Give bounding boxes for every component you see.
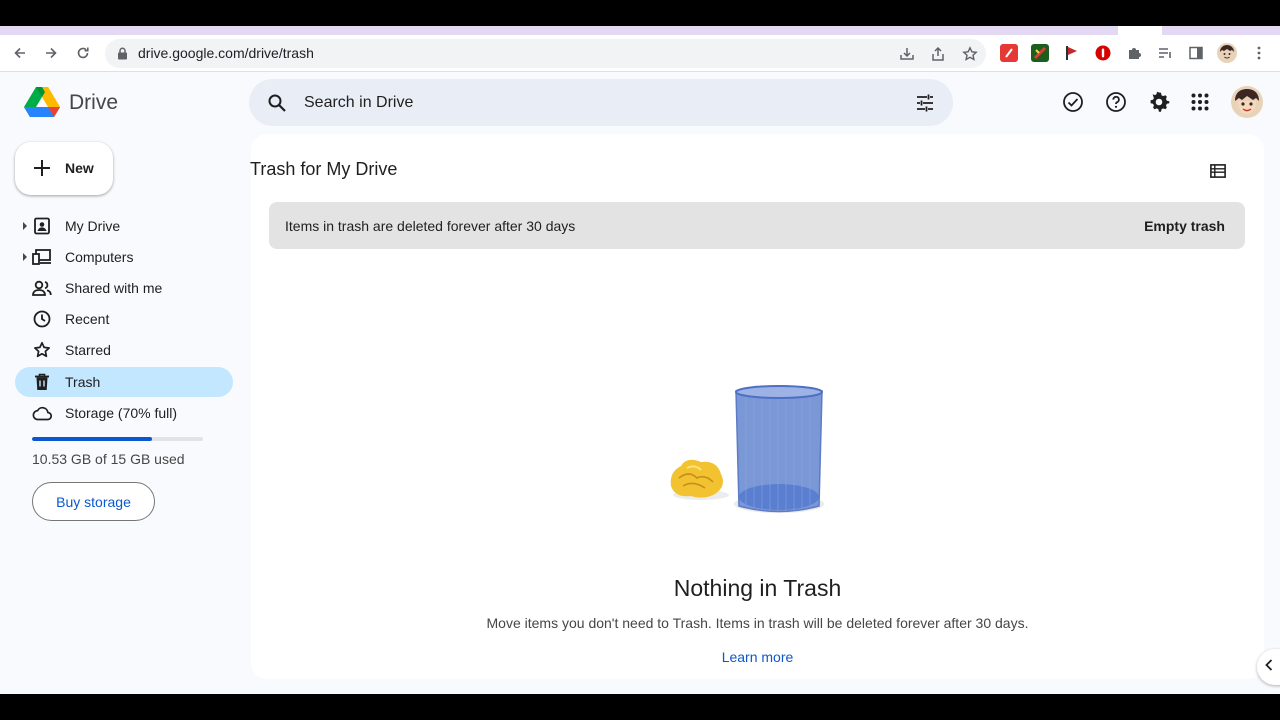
download-icon[interactable] xyxy=(898,45,916,63)
extension-flag-icon[interactable] xyxy=(1063,44,1081,62)
share-icon[interactable] xyxy=(929,45,947,63)
back-arrow-icon[interactable] xyxy=(8,41,32,65)
extension-stop-icon[interactable] xyxy=(1094,44,1112,62)
cloud-icon xyxy=(32,403,52,423)
search-options-icon[interactable] xyxy=(915,93,935,118)
trash-info-banner: Items in trash are deleted forever after… xyxy=(269,202,1245,249)
storage-used-text: 10.53 GB of 15 GB used xyxy=(32,451,185,467)
expand-caret-icon[interactable] xyxy=(23,253,27,261)
new-button[interactable]: New xyxy=(15,142,113,195)
app-name[interactable]: Drive xyxy=(69,91,118,115)
buy-storage-button[interactable]: Buy storage xyxy=(32,482,155,521)
sidebar-item-storage[interactable]: Storage (70% full) xyxy=(15,398,233,428)
screen: drive.google.com/drive/trash Drive Searc… xyxy=(0,0,1280,720)
sidebar-item-label: My Drive xyxy=(65,218,121,234)
search-icon[interactable] xyxy=(267,93,287,118)
url-text: drive.google.com/drive/trash xyxy=(138,45,314,61)
sidebar-item-label: Trash xyxy=(65,374,101,390)
main-panel: Trash for My Drive Items in trash are de… xyxy=(250,134,1264,679)
empty-state-title: Nothing in Trash xyxy=(673,575,842,601)
learn-more-link[interactable]: Learn more xyxy=(251,649,1264,665)
sidebar-item-starred[interactable]: Starred xyxy=(15,335,233,365)
empty-state-description: Move items you don't need to Trash. Item… xyxy=(486,615,1029,631)
settings-icon[interactable] xyxy=(1148,91,1170,113)
search-input[interactable]: Search in Drive xyxy=(304,94,413,112)
my-drive-icon xyxy=(32,216,52,236)
sidebar-item-label: Shared with me xyxy=(65,280,163,296)
profile-avatar-icon[interactable] xyxy=(1217,43,1237,63)
help-icon[interactable] xyxy=(1105,91,1127,113)
browser-active-tab[interactable] xyxy=(1118,26,1162,35)
chevron-left-icon xyxy=(1265,658,1273,676)
star-icon xyxy=(32,340,52,360)
page-title: Trash for My Drive xyxy=(250,159,398,179)
drive-app: Drive Search in Drive New My Drive Compu… xyxy=(0,72,1280,694)
browser-toolbar: drive.google.com/drive/trash xyxy=(0,35,1280,72)
sidebar-item-label: Storage (70% full) xyxy=(65,405,178,421)
lock-icon[interactable] xyxy=(117,47,128,65)
sidebar-item-label: Computers xyxy=(65,249,134,265)
sidebar-item-computers[interactable]: Computers xyxy=(15,242,233,272)
reading-list-icon[interactable] xyxy=(1156,44,1174,62)
list-view-icon[interactable] xyxy=(1208,161,1228,181)
bookmark-star-icon[interactable] xyxy=(961,45,979,63)
shared-icon xyxy=(32,278,52,298)
computers-icon xyxy=(32,247,52,267)
search-bar[interactable]: Search in Drive xyxy=(249,79,953,126)
sidebar-item-trash[interactable]: Trash xyxy=(15,367,233,397)
sidebar-item-my-drive[interactable]: My Drive xyxy=(15,211,233,241)
banner-text: Items in trash are deleted forever after… xyxy=(285,218,576,234)
empty-trash-button[interactable]: Empty trash xyxy=(1144,218,1225,234)
address-bar[interactable]: drive.google.com/drive/trash xyxy=(105,39,986,68)
plus-icon xyxy=(32,158,52,183)
empty-trash-illustration xyxy=(661,382,826,517)
trash-icon xyxy=(32,372,52,392)
expand-caret-icon[interactable] xyxy=(23,222,27,230)
side-panel-toggle[interactable] xyxy=(1257,649,1280,685)
sidebar-item-recent[interactable]: Recent xyxy=(15,304,233,334)
sidebar-item-label: Starred xyxy=(65,342,111,358)
browser-tab-strip xyxy=(0,26,1280,35)
account-avatar[interactable] xyxy=(1231,86,1263,118)
sidebar-item-label: Recent xyxy=(65,311,110,327)
reload-icon[interactable] xyxy=(71,41,95,65)
apps-grid-icon[interactable] xyxy=(1189,91,1211,113)
extensions-puzzle-icon[interactable] xyxy=(1125,44,1143,62)
drive-logo-icon[interactable] xyxy=(24,86,60,118)
side-panel-icon[interactable] xyxy=(1187,44,1205,62)
storage-progress-fill xyxy=(32,437,152,441)
forward-arrow-icon[interactable] xyxy=(39,41,63,65)
extension-green-red-icon[interactable] xyxy=(1031,44,1049,62)
storage-progress-bar xyxy=(32,437,203,441)
ready-for-offline-icon[interactable] xyxy=(1062,91,1084,113)
sidebar-item-shared-with-me[interactable]: Shared with me xyxy=(15,273,233,303)
extension-red-icon[interactable] xyxy=(1000,44,1018,62)
buy-storage-label: Buy storage xyxy=(56,494,131,510)
chrome-menu-icon[interactable] xyxy=(1250,44,1268,62)
clock-icon xyxy=(32,309,52,329)
new-button-label: New xyxy=(65,160,94,176)
